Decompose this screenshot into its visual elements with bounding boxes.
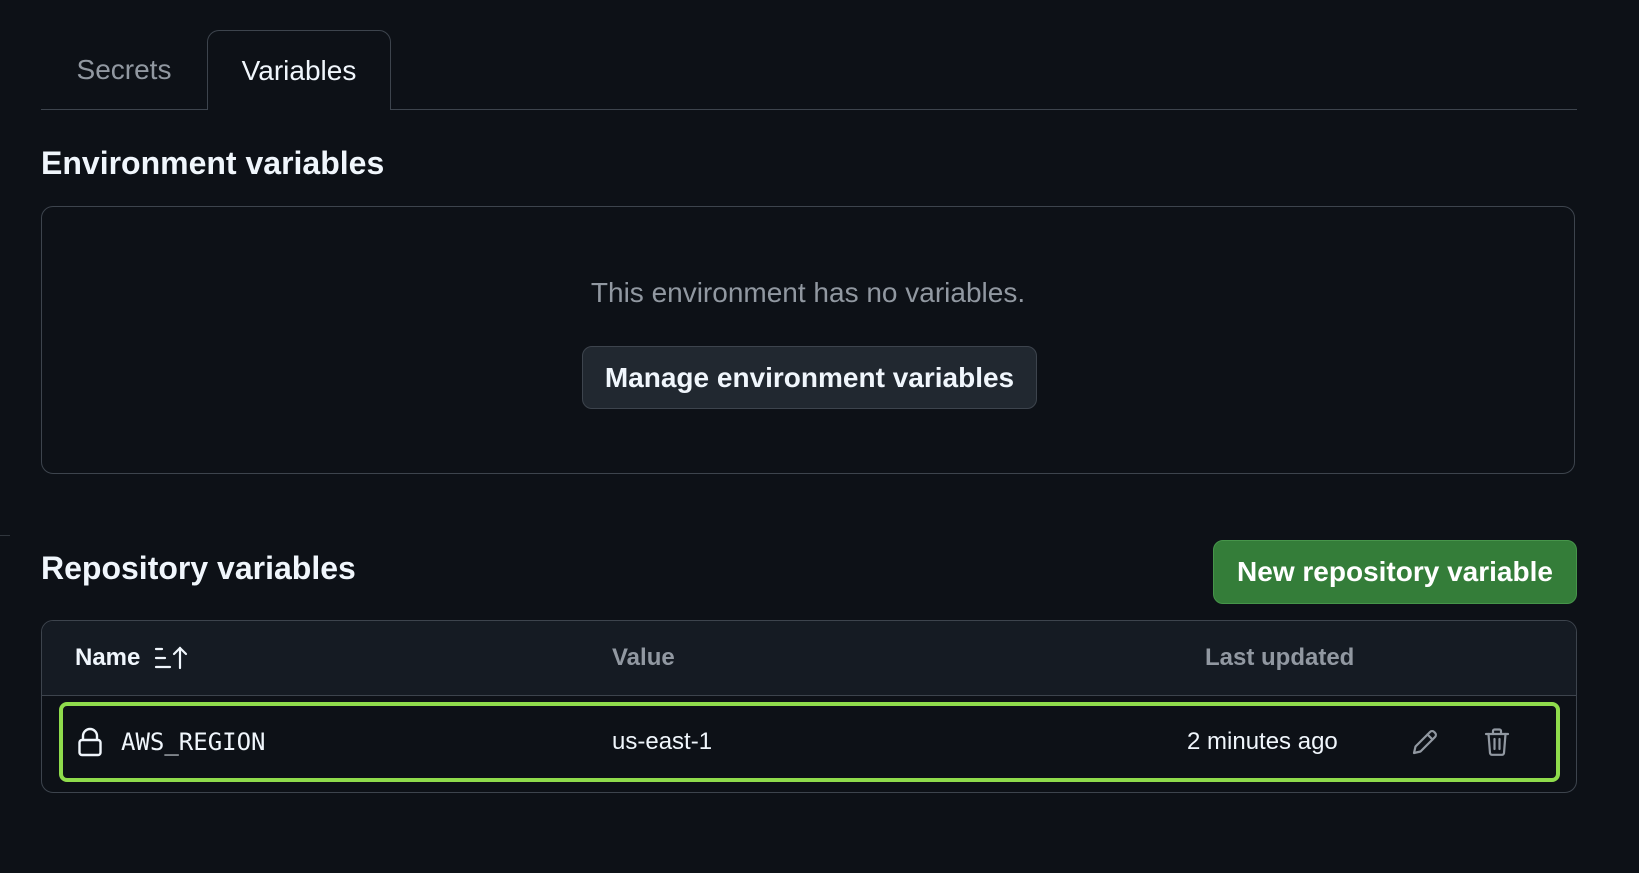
column-header-last-updated: Last updated (1205, 644, 1355, 671)
table-row: AWS_REGION us-east-1 2 minutes ago (59, 702, 1560, 782)
environment-variables-heading: Environment variables (41, 145, 385, 181)
repository-variables-heading: Repository variables (41, 550, 356, 586)
table-header: Name Value Last updated (42, 621, 1576, 696)
trash-icon[interactable] (1475, 706, 1519, 778)
variable-value: us-east-1 (612, 728, 713, 755)
pencil-icon[interactable] (1403, 706, 1447, 778)
new-repository-variable-button[interactable]: New repository variable (1213, 540, 1577, 604)
environment-variables-empty-state: This environment has no variables. Manag… (41, 206, 1575, 474)
manage-environment-variables-button[interactable]: Manage environment variables (582, 346, 1037, 409)
tab-secrets[interactable]: Secrets (41, 30, 207, 109)
variable-name: AWS_REGION (121, 728, 266, 756)
variable-last-updated: 2 minutes ago (1187, 728, 1338, 755)
divider (0, 535, 10, 536)
tab-variables[interactable]: Variables (207, 30, 391, 110)
column-header-value: Value (612, 644, 675, 671)
lock-icon (77, 706, 103, 778)
repository-variables-table: Name Value Last updated AWS_REGION us-ea… (41, 620, 1577, 793)
column-header-name-label: Name (75, 644, 141, 671)
sort-ascending-icon[interactable] (154, 645, 188, 671)
column-header-name[interactable]: Name (75, 621, 188, 695)
variables-settings-page: Secrets Variables Environment variables … (0, 0, 1639, 873)
tab-bar: Secrets Variables (41, 30, 1577, 110)
empty-state-message: This environment has no variables. (590, 277, 1026, 308)
